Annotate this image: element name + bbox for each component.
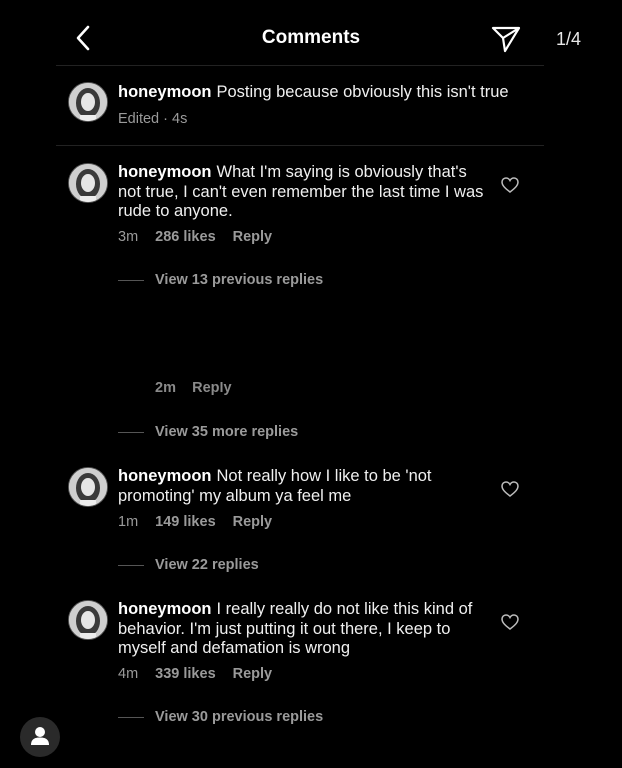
hidden-reply-meta: 2m Reply bbox=[155, 382, 232, 396]
avatar[interactable] bbox=[68, 467, 108, 507]
caption-divider bbox=[56, 145, 544, 146]
comment-text: honeymoon What I'm saying is obviously th… bbox=[118, 163, 488, 222]
avatar-image bbox=[69, 164, 107, 202]
view-replies-button[interactable]: View 30 previous replies bbox=[155, 709, 323, 725]
comment-text: honeymoon I really really do not like thi… bbox=[118, 600, 488, 659]
hidden-reply-time: 2m bbox=[155, 382, 176, 396]
replies-line bbox=[118, 280, 144, 281]
comment-meta: 3m 286 likes Reply bbox=[118, 229, 289, 245]
username[interactable]: honeymoon bbox=[118, 83, 212, 101]
header-divider bbox=[56, 65, 544, 66]
reply-button[interactable]: Reply bbox=[233, 514, 273, 530]
replies-line bbox=[118, 717, 144, 718]
like-button[interactable] bbox=[500, 480, 520, 498]
username[interactable]: honeymoon bbox=[118, 467, 212, 485]
view-replies-button[interactable]: View 22 replies bbox=[155, 557, 259, 573]
likes-count[interactable]: 286 likes bbox=[155, 229, 215, 245]
heart-outline-icon bbox=[501, 177, 519, 193]
hidden-reply-button[interactable]: Reply bbox=[192, 382, 232, 396]
reply-button[interactable]: Reply bbox=[233, 229, 273, 245]
share-button[interactable] bbox=[490, 24, 522, 54]
comment-time: 4m bbox=[118, 666, 139, 682]
comment-time: 3m bbox=[118, 229, 139, 245]
likes-count[interactable]: 149 likes bbox=[155, 514, 215, 530]
comment-meta: 4m 339 likes Reply bbox=[118, 666, 289, 682]
avatar[interactable] bbox=[68, 163, 108, 203]
person-icon bbox=[31, 727, 49, 745]
comment-time: 1m bbox=[118, 514, 139, 530]
reply-button[interactable]: Reply bbox=[233, 666, 273, 682]
profile-button[interactable] bbox=[20, 717, 60, 757]
heart-outline-icon bbox=[501, 481, 519, 497]
replies-line bbox=[118, 565, 144, 566]
username[interactable]: honeymoon bbox=[118, 163, 212, 181]
paper-plane-icon bbox=[491, 26, 521, 53]
avatar-image bbox=[69, 468, 107, 506]
page-title: Comments bbox=[261, 27, 361, 48]
view-replies-button[interactable]: View 13 previous replies bbox=[155, 272, 323, 288]
caption-body: Posting because obviously this isn't tru… bbox=[216, 83, 509, 101]
avatar[interactable] bbox=[68, 82, 108, 122]
caption-text: honeymoon Posting because obviously this … bbox=[118, 83, 558, 103]
like-button[interactable] bbox=[500, 613, 520, 631]
replies-line bbox=[118, 432, 144, 433]
page-count: 1/4 bbox=[556, 29, 582, 49]
comment-meta: 1m 149 likes Reply bbox=[118, 514, 289, 530]
likes-count[interactable]: 339 likes bbox=[155, 666, 215, 682]
heart-outline-icon bbox=[501, 614, 519, 630]
comment-text: honeymoon Not really how I like to be 'no… bbox=[118, 467, 488, 506]
view-more-replies-button[interactable]: View 35 more replies bbox=[155, 424, 298, 440]
username[interactable]: honeymoon bbox=[118, 600, 212, 618]
caption-meta: Edited · 4s bbox=[118, 111, 188, 127]
like-button[interactable] bbox=[500, 176, 520, 194]
avatar-image bbox=[69, 601, 107, 639]
avatar-image bbox=[69, 83, 107, 121]
avatar[interactable] bbox=[68, 600, 108, 640]
